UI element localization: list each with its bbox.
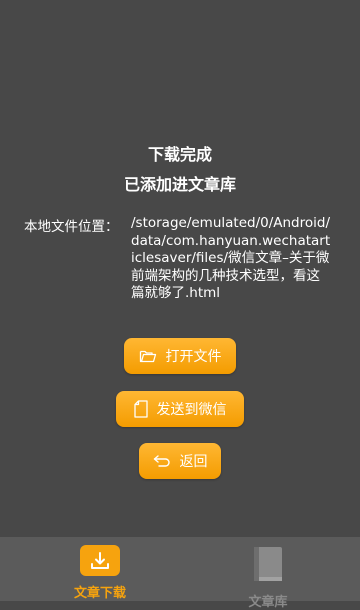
bottom-nav: 文章下载 文章库 <box>0 537 360 610</box>
download-icon <box>80 545 120 576</box>
added-to-library-subtitle: 已添加进文章库 <box>123 175 236 194</box>
nav-item-article-library[interactable]: 文章库 <box>223 537 313 610</box>
download-complete-title: 下载完成 <box>147 145 212 164</box>
open-file-button[interactable]: 打开文件 <box>124 338 236 374</box>
folder-icon <box>139 348 157 364</box>
send-to-wechat-button[interactable]: 发送到微信 <box>116 391 244 427</box>
return-icon <box>153 454 171 468</box>
document-icon <box>133 400 148 418</box>
file-location-label: 本地文件位置： <box>24 219 119 235</box>
book-icon <box>248 545 288 585</box>
nav-item-article-download[interactable]: 文章下载 <box>55 537 145 601</box>
open-file-label: 打开文件 <box>165 349 222 365</box>
file-location-path: /storage/emulated/0/Android/data/com.han… <box>131 215 331 302</box>
back-label: 返回 <box>179 454 208 470</box>
back-button[interactable]: 返回 <box>139 443 221 479</box>
nav-label-article-download: 文章下载 <box>73 586 126 601</box>
send-to-wechat-label: 发送到微信 <box>156 402 227 418</box>
